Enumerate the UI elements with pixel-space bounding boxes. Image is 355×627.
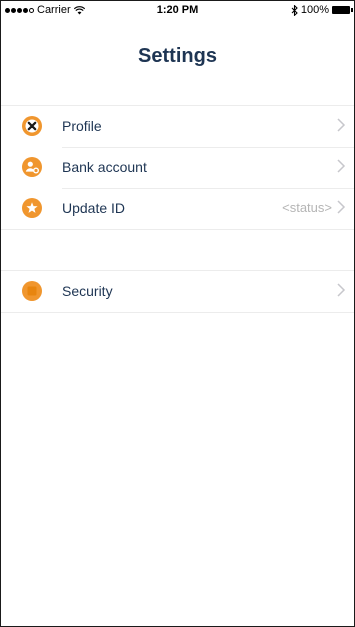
phone-screen: Carrier 1:20 PM 100% Settings Profile Ba…: [0, 0, 355, 627]
square-badge-icon: [22, 281, 42, 301]
settings-item-label: Security: [62, 283, 113, 299]
close-x-icon: [22, 116, 42, 136]
settings-item-bank-account[interactable]: Bank account: [1, 147, 354, 188]
chevron-right-icon: [337, 283, 346, 297]
settings-group-security: Security: [1, 270, 354, 313]
settings-item-security[interactable]: Security: [1, 271, 354, 312]
settings-item-label: Update ID: [62, 200, 126, 216]
bluetooth-icon: [291, 4, 298, 16]
battery-icon: [332, 6, 353, 14]
chevron-right-icon: [337, 118, 346, 132]
chevron-right-icon: [337, 200, 346, 214]
settings-group-main: Profile Bank account Update ID <status>: [1, 105, 354, 230]
status-right: 100%: [291, 4, 353, 16]
status-value: <status>: [282, 200, 332, 215]
star-icon: [22, 198, 42, 218]
settings-item-label: Profile: [62, 118, 102, 134]
settings-item-profile[interactable]: Profile: [1, 106, 354, 147]
user-badge-icon: [22, 157, 42, 177]
settings-item-label: Bank account: [62, 159, 147, 175]
chevron-right-icon: [337, 159, 346, 173]
battery-percent: 100%: [300, 4, 329, 16]
status-bar: Carrier 1:20 PM 100%: [1, 1, 354, 19]
page-title: Settings: [138, 45, 217, 67]
settings-item-update-id[interactable]: Update ID <status>: [1, 188, 354, 229]
